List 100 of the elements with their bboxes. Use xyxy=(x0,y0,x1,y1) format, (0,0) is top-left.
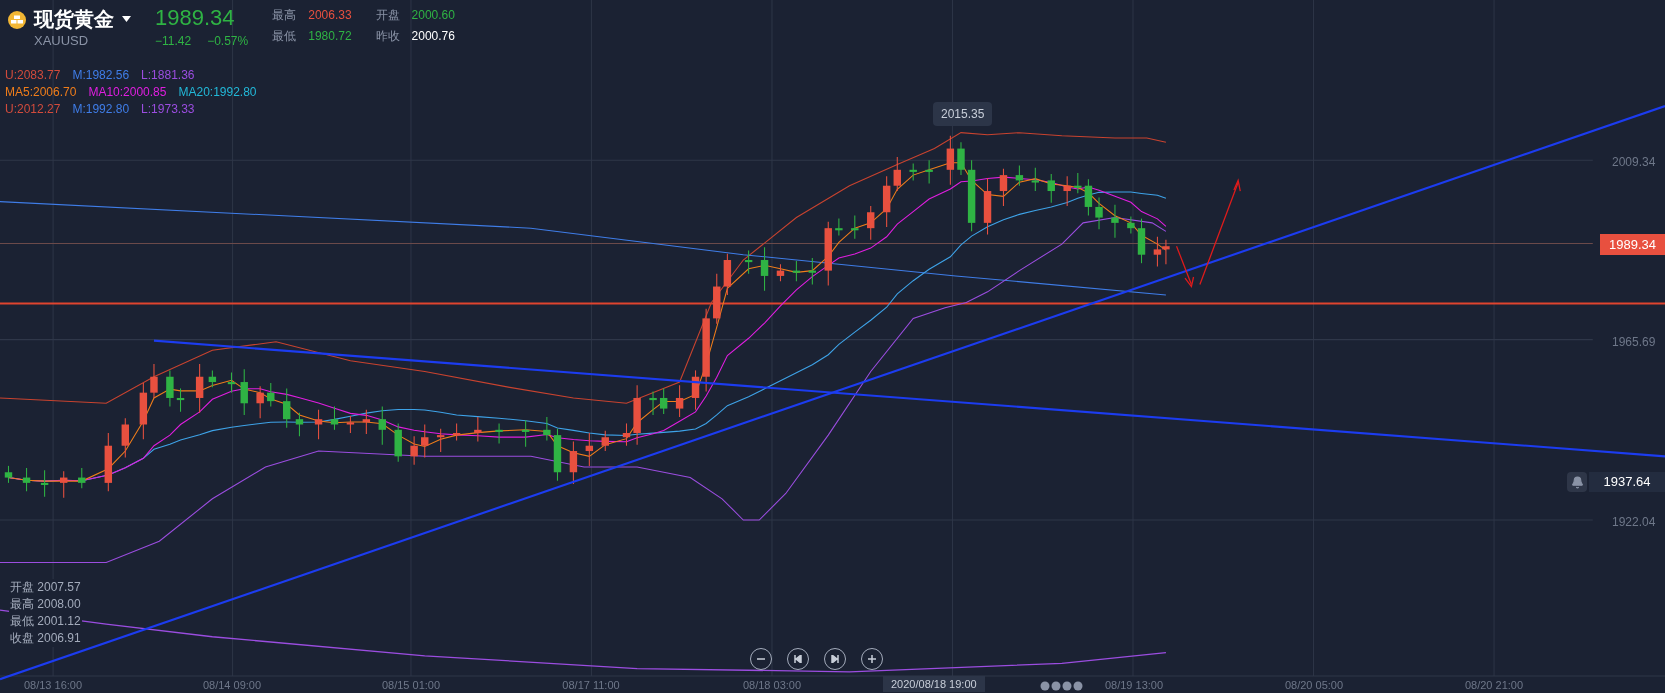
candlestick xyxy=(601,430,609,452)
stat-value: 2006.33 xyxy=(308,7,352,24)
stat-label: 开盘 xyxy=(375,7,400,24)
candlestick xyxy=(1127,215,1135,234)
candlestick xyxy=(744,249,753,275)
candlestick xyxy=(776,263,785,282)
candlestick xyxy=(421,423,429,458)
candlestick xyxy=(808,257,817,285)
candlestick xyxy=(78,467,86,489)
candlestick xyxy=(346,415,355,434)
candlestick xyxy=(208,369,217,388)
price-axis-label: 1965.69 xyxy=(1612,334,1656,351)
candlestick xyxy=(256,385,264,419)
time-axis-label: 08/20 05:00 xyxy=(1283,679,1345,692)
candlestick xyxy=(957,141,965,176)
candlestick xyxy=(585,432,594,467)
candlestick xyxy=(394,422,402,463)
indicator-value: L:1973.33 xyxy=(141,101,195,118)
stat-value: 2000.60 xyxy=(411,7,455,24)
candlestick xyxy=(1015,165,1024,187)
crosshair-time-label: 2020/08/18 19:00 xyxy=(883,676,985,692)
candlestick xyxy=(835,218,843,237)
candlestick xyxy=(362,409,371,435)
coin-icon xyxy=(8,11,26,29)
candlestick xyxy=(314,409,323,440)
candlestick xyxy=(999,168,1008,207)
candlestick xyxy=(925,159,933,185)
time-axis-label: 08/13 16:00 xyxy=(22,679,84,692)
candlestick xyxy=(495,422,503,445)
candlestick xyxy=(60,470,68,499)
candlestick xyxy=(121,417,129,458)
candlestick xyxy=(1084,178,1093,216)
candlestick xyxy=(240,368,248,416)
candlestick xyxy=(553,428,562,482)
candlestick xyxy=(139,382,148,440)
candlestick xyxy=(1095,196,1103,230)
indicator-value: MA5:2006.70 xyxy=(5,84,77,101)
time-axis-label: 08/14 09:00 xyxy=(201,679,263,692)
price-change: −11.42 xyxy=(155,33,192,50)
ohlc-value: 最高 2008.00 xyxy=(9,596,82,613)
stat-label: 最低 xyxy=(272,28,297,45)
ohlc-value: 收盘 2006.91 xyxy=(9,630,82,647)
candlestick xyxy=(410,435,418,466)
ohlc-value: 最低 2001.12 xyxy=(9,613,82,630)
price-change-percent: −0.57% xyxy=(207,33,249,50)
candlestick xyxy=(622,422,631,447)
candlestick xyxy=(1031,167,1040,192)
candlestick xyxy=(675,384,684,418)
candlestick xyxy=(633,384,641,446)
time-axis-label: 08/19 13:00 xyxy=(1103,679,1165,692)
ohlc-value: 开盘 2007.57 xyxy=(9,579,82,596)
caret-icon[interactable] xyxy=(122,16,131,22)
candlestick xyxy=(436,428,445,453)
candlestick xyxy=(1111,204,1119,239)
candlestick xyxy=(691,369,700,411)
candlestick xyxy=(1153,236,1162,267)
alert-button[interactable] xyxy=(1567,472,1587,492)
candlestick xyxy=(946,135,955,186)
candlestick xyxy=(195,363,204,414)
dots-icon xyxy=(1040,681,1084,691)
indicator-value: U:2083.77 xyxy=(5,67,61,84)
candlestick xyxy=(659,387,668,415)
candlestick xyxy=(909,162,917,181)
stat-value: 1980.72 xyxy=(308,28,352,45)
indicator-value: MA20:1992.80 xyxy=(178,84,257,101)
candlestick xyxy=(474,416,482,442)
candlestick xyxy=(824,221,832,286)
candlestick xyxy=(569,440,578,485)
last-price-tag: 1989.34 xyxy=(1600,234,1665,255)
price-tooltip: 2015.35 xyxy=(933,102,993,126)
candlestick xyxy=(295,412,304,437)
candlestick xyxy=(4,465,13,484)
candlestick xyxy=(227,371,236,394)
time-axis-label: 08/18 03:00 xyxy=(741,679,803,692)
instrument-name: 现货黄金 xyxy=(34,7,114,32)
candlestick xyxy=(22,467,31,492)
candlestick xyxy=(867,205,875,241)
bell-icon xyxy=(1570,475,1584,489)
candlestick xyxy=(521,419,530,448)
candlestick xyxy=(1074,172,1082,194)
candlestick xyxy=(166,369,174,407)
candlestick xyxy=(150,363,158,399)
candlestick xyxy=(40,469,49,498)
skip-end-icon xyxy=(831,655,839,663)
instrument-symbol: XAUUSD xyxy=(34,34,90,48)
minus-icon xyxy=(757,655,765,663)
indicator-value: U:2012.27 xyxy=(5,101,61,118)
candlestick xyxy=(378,405,386,446)
current-price: 1989.34 xyxy=(155,4,236,32)
candlestick xyxy=(893,156,901,192)
stat-label: 最高 xyxy=(272,7,297,24)
candlestick xyxy=(330,405,339,431)
candlestick xyxy=(649,391,657,416)
candlestick xyxy=(283,387,291,429)
candlestick xyxy=(983,177,992,236)
indicator-value: L:1881.36 xyxy=(141,67,195,84)
candlestick xyxy=(452,422,461,441)
indicator-value: M:1982.56 xyxy=(72,67,130,84)
price-axis-label: 1922.04 xyxy=(1612,514,1656,531)
candlestick xyxy=(267,382,275,407)
